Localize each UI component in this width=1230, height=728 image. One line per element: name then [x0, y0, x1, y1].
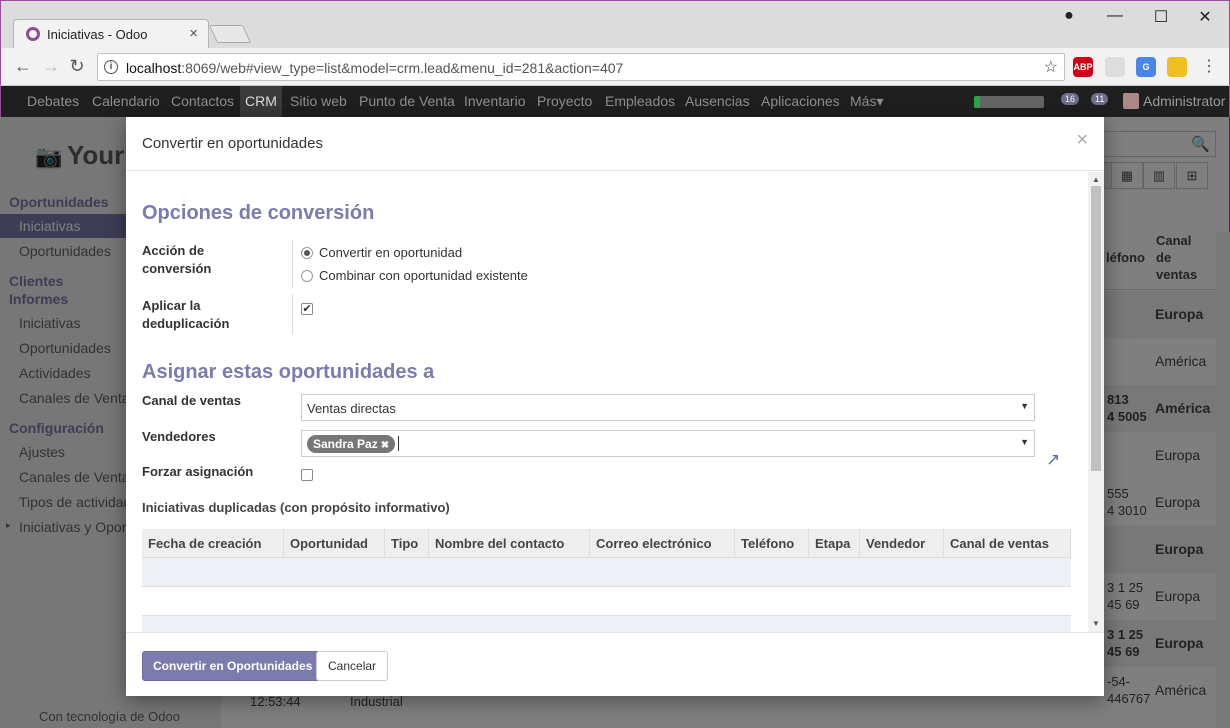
scroll-up-icon[interactable]: ▲ — [1092, 175, 1100, 184]
force-assign-label: Forzar asignación — [142, 464, 254, 479]
column-header[interactable]: Teléfono — [735, 529, 809, 557]
odoo-top-nav: Debates Calendario Contactos CRM Sitio web Pu… — [0, 86, 1230, 117]
browser-titlebar: Iniciativas - Odoo × ● — ☐ ✕ — [0, 0, 1230, 49]
sellers-input[interactable]: Sandra Paz ✖ ▼ — [301, 430, 1035, 457]
scroll-thumb[interactable] — [1091, 186, 1101, 471]
adblock-icon[interactable]: ABP — [1073, 57, 1093, 77]
translate-icon[interactable]: G — [1136, 57, 1156, 77]
remove-tag-icon[interactable]: ✖ — [381, 440, 389, 451]
address-toolbar: ← → ↻ i localhost:8069/web#view_type=lis… — [0, 48, 1230, 86]
external-link-icon[interactable]: ↗ — [1046, 450, 1060, 470]
sellers-label: Vendedores — [142, 429, 216, 444]
messages-badge[interactable]: 16 — [1061, 93, 1080, 105]
nav-item-crm[interactable]: CRM — [240, 86, 282, 117]
column-header[interactable]: Etapa — [809, 529, 860, 557]
close-icon[interactable]: × — [1076, 129, 1088, 152]
window-close-icon[interactable]: ✕ — [1195, 7, 1215, 27]
dialog-header: Convertir en oportunidades × — [126, 117, 1104, 171]
section-conversion-options: Opciones de conversión — [142, 202, 375, 224]
duplicates-title: Iniciativas duplicadas (con propósito in… — [142, 500, 450, 515]
nav-item-contactos[interactable]: Contactos — [171, 93, 234, 109]
nav-item-calendario[interactable]: Calendario — [92, 93, 160, 109]
dedup-label: Aplicar la deduplicación — [142, 298, 230, 331]
forward-icon[interactable]: → — [41, 56, 61, 77]
profile-icon[interactable]: ● — [1059, 7, 1079, 25]
activities-badge[interactable]: 11 — [1091, 93, 1109, 105]
nav-item-aplicaciones[interactable]: Aplicaciones — [761, 93, 840, 109]
seller-tag: Sandra Paz ✖ — [307, 435, 396, 453]
radio-merge[interactable] — [301, 270, 313, 282]
radio-convert-label[interactable]: Convertir en oportunidad — [319, 245, 462, 260]
force-assign-checkbox[interactable] — [301, 469, 313, 481]
tab-title: Iniciativas - Odoo — [47, 27, 148, 42]
progress-bar — [974, 96, 1044, 108]
channel-label: Canal de ventas — [142, 393, 241, 408]
python-icon[interactable] — [1167, 57, 1187, 77]
nav-item-ausencias[interactable]: Ausencias — [685, 93, 750, 109]
nav-item-sitio-web[interactable]: Sitio web — [290, 93, 347, 109]
convert-button[interactable]: Convertir en Oportunidades — [142, 651, 324, 681]
table-row — [142, 557, 1071, 586]
info-icon[interactable]: i — [104, 60, 118, 74]
table-row — [142, 615, 1071, 632]
nav-item-empleados[interactable]: Empleados — [605, 93, 675, 109]
close-tab-icon[interactable]: × — [189, 25, 198, 42]
column-header[interactable]: Canal de ventas — [944, 529, 1071, 557]
cancel-button[interactable]: Cancelar — [316, 651, 389, 681]
odoo-favicon-icon — [26, 27, 40, 41]
convert-dialog: Convertir en oportunidades × Opciones de… — [126, 117, 1104, 696]
back-icon[interactable]: ← — [13, 56, 33, 77]
url-input[interactable]: i localhost:8069/web#view_type=list&mode… — [97, 53, 1065, 81]
bookmark-star-icon[interactable]: ☆ — [1044, 57, 1058, 77]
chevron-down-icon[interactable]: ▼ — [1020, 401, 1029, 411]
nav-item-debates[interactable]: Debates — [27, 93, 79, 109]
menu-dots-icon[interactable]: ⋮ — [1199, 56, 1219, 76]
browser-tab[interactable]: Iniciativas - Odoo × — [13, 19, 209, 49]
minimize-icon[interactable]: — — [1105, 7, 1125, 25]
user-menu[interactable]: Administrator — [1123, 93, 1225, 109]
text-cursor — [398, 436, 399, 451]
maximize-icon[interactable]: ☐ — [1151, 7, 1171, 27]
dialog-scrollbar[interactable]: ▲ ▼ — [1088, 172, 1104, 632]
column-header[interactable]: Oportunidad — [284, 529, 385, 557]
puzzle-icon[interactable] — [1105, 57, 1125, 77]
column-header[interactable]: Tipo — [385, 529, 429, 557]
new-tab-button[interactable] — [208, 25, 252, 43]
table-row — [142, 586, 1071, 615]
nav-item-inventario[interactable]: Inventario — [464, 93, 525, 109]
radio-merge-label[interactable]: Combinar con oportunidad existente — [319, 268, 528, 283]
radio-convert[interactable] — [301, 247, 313, 259]
channel-select[interactable]: Ventas directas ▼ — [301, 394, 1035, 421]
column-header[interactable]: Correo electrónico — [590, 529, 735, 557]
avatar — [1123, 93, 1139, 109]
divider — [292, 294, 293, 334]
chevron-down-icon[interactable]: ▼ — [1020, 437, 1029, 447]
url-text: localhost:8069/web#view_type=list&model=… — [126, 60, 624, 76]
scroll-down-icon[interactable]: ▼ — [1092, 619, 1100, 628]
dialog-footer: Convertir en Oportunidades Cancelar — [126, 632, 1104, 696]
nav-item-proyecto[interactable]: Proyecto — [537, 93, 592, 109]
reload-icon[interactable]: ↻ — [67, 56, 87, 77]
nav-item-punto-de-venta[interactable]: Punto de Venta — [359, 93, 455, 109]
section-assign: Asignar estas oportunidades a — [142, 361, 435, 383]
column-header[interactable]: Fecha de creación — [142, 529, 284, 557]
conversion-action-label: Acción de conversión — [142, 243, 212, 276]
channel-value: Ventas directas — [307, 401, 396, 416]
dialog-body: Opciones de conversión Acción de convers… — [126, 172, 1088, 632]
column-header[interactable]: Vendedor — [860, 529, 944, 557]
column-header[interactable]: Nombre del contacto — [429, 529, 590, 557]
dialog-title: Convertir en oportunidades — [142, 135, 323, 152]
divider — [292, 240, 293, 288]
nav-item-más-[interactable]: Más▾ — [850, 93, 883, 110]
dedup-checkbox[interactable]: ✔ — [301, 303, 313, 315]
